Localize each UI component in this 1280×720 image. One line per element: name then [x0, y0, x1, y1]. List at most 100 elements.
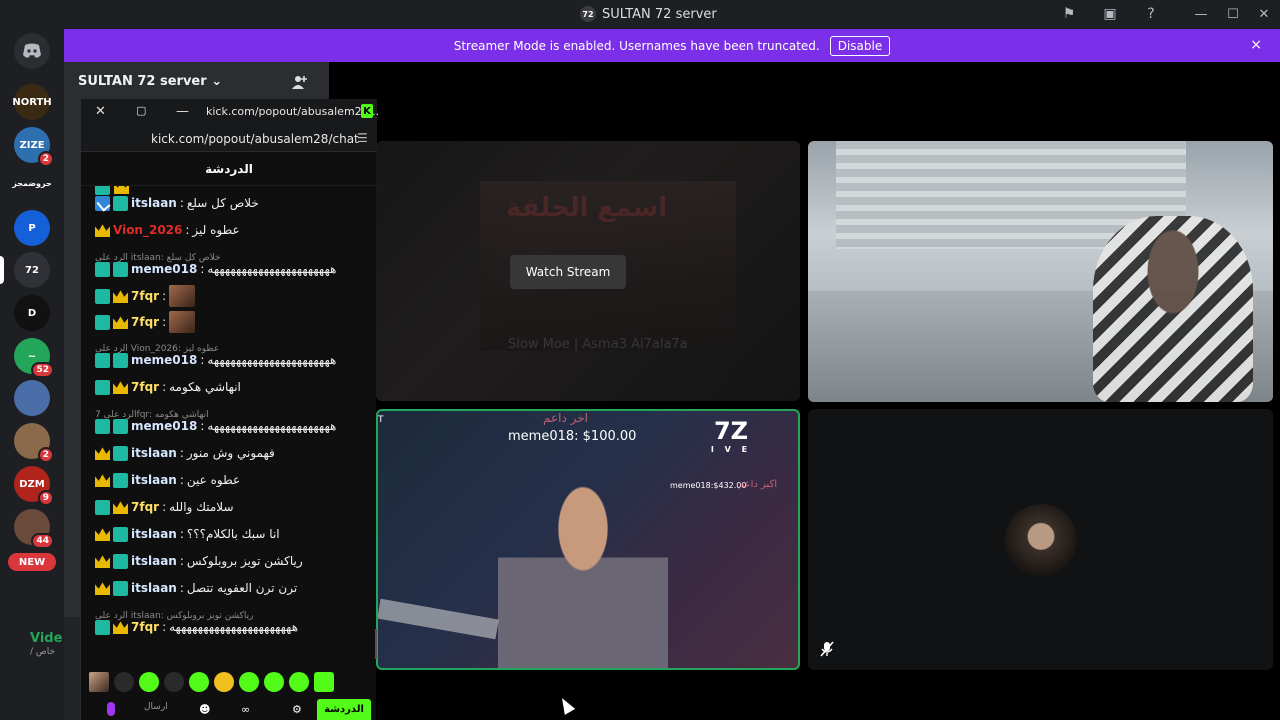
emote-bar — [89, 669, 369, 695]
mic-icon[interactable] — [107, 702, 115, 716]
server-header[interactable]: SULTAN 72 server ⌄ — [78, 74, 222, 89]
close-window-button[interactable]: ✕ — [1249, 4, 1279, 24]
chat-username[interactable]: itslaan — [131, 527, 177, 541]
donation-text: meme018: $100.00 — [508, 429, 637, 444]
chat-username[interactable]: itslaan — [131, 196, 177, 210]
chat-username[interactable]: itslaan — [131, 473, 177, 487]
screen-share-tile[interactable]: اسمع الحلقة Slow Moe | Asma3 Al7ala7a Wa… — [376, 141, 800, 401]
inbox-icon[interactable]: ▣ — [1101, 5, 1119, 23]
chat-separator: : — [162, 315, 167, 329]
chat-separator: : — [185, 223, 190, 237]
minimize-button[interactable]: — — [1186, 4, 1216, 24]
chat-message[interactable]: itslaan: فهموني وش منور — [95, 443, 275, 463]
flag-icon[interactable]: ⚑ — [1060, 5, 1078, 23]
chat-username[interactable]: 7fqr — [131, 289, 159, 303]
kick-badge-icon — [95, 379, 110, 395]
help-icon[interactable]: ? — [1142, 5, 1160, 23]
guild-icon[interactable]: P — [14, 210, 50, 246]
chat-username[interactable]: Vion_2026 — [113, 223, 182, 237]
chat-username[interactable]: itslaan — [131, 554, 177, 568]
guild-icon[interactable]: 72 — [14, 252, 50, 288]
popout-close-button[interactable]: ✕ — [95, 104, 106, 119]
active-speaker-tile[interactable]: T اخر داعم meme018: $100.00 7Z I V E mem… — [376, 409, 800, 670]
popout-minimize-button[interactable]: — — [176, 104, 189, 119]
guild-icon[interactable]: ~52 — [14, 338, 54, 378]
voice-sub: / خاص — [30, 647, 56, 657]
infinity-icon[interactable]: ∞ — [241, 703, 250, 716]
settings-icon[interactable]: ⚙ — [292, 703, 302, 716]
chat-message[interactable]: 7fqr: ههههههههههههههههههههههه — [95, 617, 298, 637]
chat-input[interactable]: ارسال — [144, 702, 168, 712]
chat-message[interactable]: meme018: ههههههههههههههههههههههه — [95, 416, 336, 436]
kick-badge-icon — [95, 418, 110, 434]
guild-icon[interactable]: D — [14, 295, 50, 331]
guild-label: ZIZE — [19, 139, 45, 151]
chat-message[interactable]: meme018: ههههههههههههههههههههههه — [95, 350, 336, 370]
microphone-arm — [378, 598, 499, 640]
emote-icon[interactable] — [164, 672, 184, 692]
chat-username[interactable]: meme018 — [131, 262, 197, 276]
chat-message[interactable]: 7fqr: انهاشي هكومه — [95, 377, 241, 397]
chat-message[interactable]: 7fqr: — [95, 285, 196, 307]
chat-username[interactable]: meme018 — [131, 353, 197, 367]
emote-icon[interactable] — [89, 672, 109, 692]
chat-username[interactable]: itslaan — [131, 446, 177, 460]
muted-mic-icon — [820, 641, 834, 661]
watch-stream-button[interactable]: Watch Stream — [510, 255, 626, 289]
emote-icon[interactable] — [314, 672, 334, 692]
close-icon[interactable]: × — [1250, 37, 1262, 53]
crown-badge-icon — [95, 474, 110, 487]
chat-message[interactable]: Vion_2026: عطوه ليز — [95, 220, 240, 240]
chat-message[interactable]: itslaan: عطوه عين — [95, 470, 240, 490]
chat-message[interactable]: 7fqr: — [95, 311, 196, 333]
emote-icon[interactable] — [214, 672, 234, 692]
discord-home-icon[interactable] — [14, 33, 50, 69]
guild-icon[interactable]: ZIZE 2 — [14, 127, 54, 167]
chat-input-bar: ارسال ☻ ∞ ⚙ الدردشة — [89, 699, 373, 720]
kick-badge-icon — [113, 445, 128, 461]
emote-icon[interactable] — [239, 672, 259, 692]
emote-icon[interactable] — [114, 672, 134, 692]
maximize-button[interactable]: ☐ — [1218, 4, 1248, 24]
chat-message[interactable]: itslaan: رياكشن تويز بروبلوكس — [95, 551, 303, 571]
guild-icon[interactable]: 44 — [14, 509, 54, 549]
site-settings-icon[interactable]: ☰ — [357, 131, 368, 145]
chat-scrollbar[interactable] — [375, 629, 377, 659]
crown-badge-icon — [113, 621, 128, 634]
chat-message[interactable]: itslaan: خلاص كل سلع — [95, 193, 259, 213]
emoji-icon[interactable]: ☻ — [199, 703, 210, 716]
crown-badge-icon — [113, 290, 128, 303]
chat-username[interactable]: 7fqr — [131, 500, 159, 514]
guild-icon[interactable]: 2 — [14, 423, 54, 463]
chat-message[interactable]: itslaan: ترن ترن العفويه تتصل — [95, 578, 297, 598]
avatar — [1005, 504, 1077, 576]
guild-icon[interactable]: DZM 9 — [14, 466, 54, 506]
emote-icon[interactable] — [139, 672, 159, 692]
chat-username[interactable]: 7fqr — [131, 315, 159, 329]
guild-icon[interactable] — [14, 380, 50, 416]
chat-username[interactable]: itslaan — [131, 581, 177, 595]
popout-url[interactable]: kick.com/popout/abusalem28/chat — [151, 132, 359, 146]
chat-send-button[interactable]: الدردشة — [317, 699, 371, 720]
new-badge[interactable]: NEW — [8, 553, 56, 571]
chat-text: خلاص كل سلع — [186, 196, 259, 210]
chat-message[interactable]: itslaan: انا سبك بالكلام؟؟؟ — [95, 524, 280, 544]
emote-icon[interactable] — [289, 672, 309, 692]
emote-icon[interactable] — [189, 672, 209, 692]
chat-username[interactable]: meme018 — [131, 419, 197, 433]
camera-tile-user[interactable] — [808, 141, 1273, 402]
chat-username[interactable]: 7fqr — [131, 380, 159, 394]
voice-status: Vide — [30, 631, 63, 646]
guild-label: حروضمجز — [12, 178, 52, 188]
chat-username[interactable]: 7fqr — [131, 620, 159, 634]
guild-icon[interactable]: NORTH — [12, 84, 52, 120]
emote-icon[interactable] — [264, 672, 284, 692]
disable-button[interactable]: Disable — [829, 35, 891, 56]
popout-restore-button[interactable]: ▢ — [136, 104, 146, 117]
guild-icon[interactable]: حروضمجز — [7, 165, 57, 201]
chat-header: الدردشة — [81, 152, 377, 186]
avatar-tile[interactable] — [808, 409, 1273, 670]
chat-message[interactable]: 7fqr: سلامتك والله — [95, 497, 234, 517]
add-user-icon[interactable] — [292, 74, 308, 94]
chat-message[interactable]: meme018: ههههههههههههههههههههههه — [95, 259, 336, 279]
